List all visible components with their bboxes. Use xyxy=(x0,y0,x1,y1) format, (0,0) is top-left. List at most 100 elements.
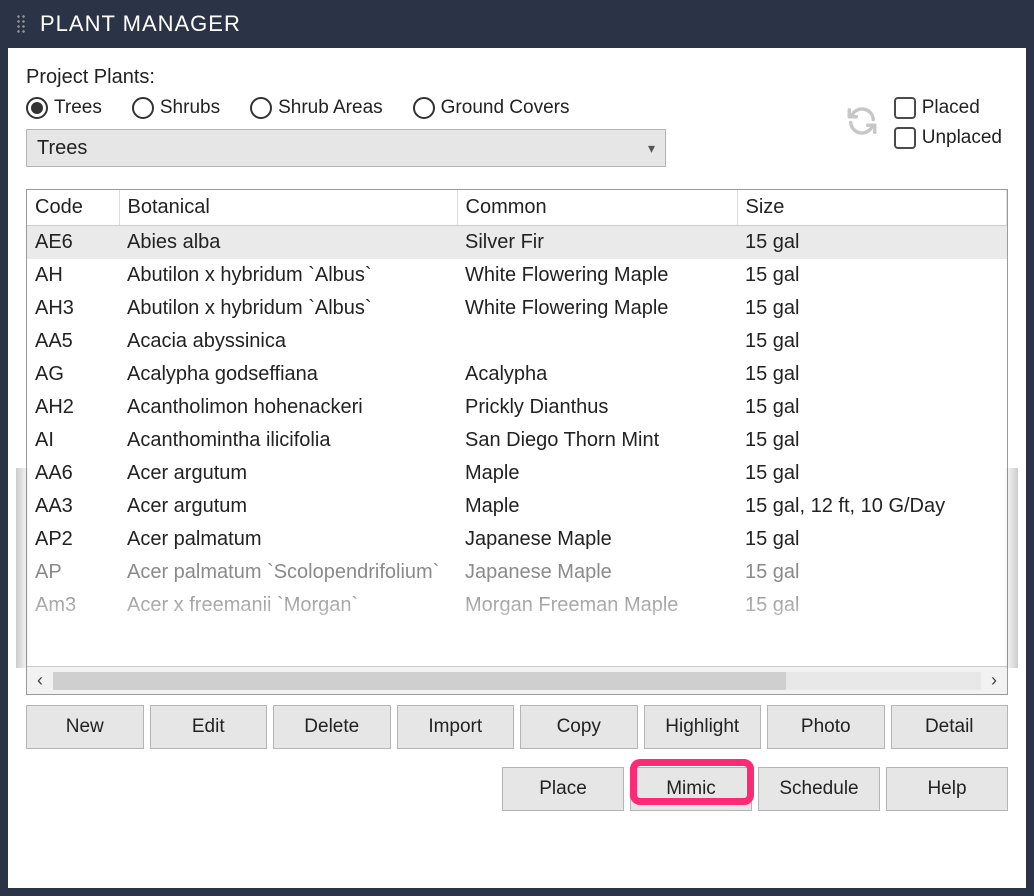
cell-code: AI xyxy=(27,424,119,457)
col-common[interactable]: Common xyxy=(457,190,737,226)
cell-common: Acalypha xyxy=(457,358,737,391)
table-row[interactable]: AGAcalypha godseffianaAcalypha15 gal xyxy=(27,358,1007,391)
table-row[interactable]: AA5Acacia abyssinica15 gal xyxy=(27,325,1007,358)
table-header-row: Code Botanical Common Size xyxy=(27,190,1007,226)
radio-icon xyxy=(250,97,272,119)
cell-bot: Acalypha godseffiana xyxy=(119,358,457,391)
col-size[interactable]: Size xyxy=(737,190,1007,226)
place-button[interactable]: Place xyxy=(502,767,624,811)
cell-code: AH xyxy=(27,259,119,292)
table-row[interactable]: AP2Acer palmatumJapanese Maple15 gal xyxy=(27,523,1007,556)
footer-button-row: Place Mimic Schedule Help xyxy=(26,767,1008,811)
titlebar[interactable]: PLANT MANAGER xyxy=(0,0,1034,48)
checkbox-unplaced[interactable]: Unplaced xyxy=(894,127,1002,149)
cell-common: White Flowering Maple xyxy=(457,292,737,325)
col-botanical[interactable]: Botanical xyxy=(119,190,457,226)
category-radios: Trees Shrubs Shrub Areas Ground Cov xyxy=(26,97,666,119)
cell-size: 15 gal xyxy=(737,391,1007,424)
cell-bot: Acacia abyssinica xyxy=(119,325,457,358)
cell-common: Prickly Dianthus xyxy=(457,391,737,424)
radio-label: Trees xyxy=(54,97,102,119)
checkbox-label: Placed xyxy=(922,97,980,119)
scroll-left-icon[interactable]: ‹ xyxy=(27,670,53,691)
detail-button[interactable]: Detail xyxy=(891,705,1009,749)
help-button[interactable]: Help xyxy=(886,767,1008,811)
cell-code: AA3 xyxy=(27,490,119,523)
action-button-row: New Edit Delete Import Copy Highlight Ph… xyxy=(26,705,1008,749)
plant-manager-window: PLANT MANAGER Project Plants: Trees Shru… xyxy=(0,0,1034,896)
cell-common: Maple xyxy=(457,490,737,523)
cell-common: Japanese Maple xyxy=(457,523,737,556)
radio-label: Shrub Areas xyxy=(278,97,383,119)
col-code[interactable]: Code xyxy=(27,190,119,226)
radio-trees[interactable]: Trees xyxy=(26,97,102,119)
plants-table: Code Botanical Common Size AE6Abies alba… xyxy=(26,189,1008,695)
window-title: PLANT MANAGER xyxy=(40,11,241,37)
cell-code: AH3 xyxy=(27,292,119,325)
cell-bot: Acer argutum xyxy=(119,457,457,490)
cell-bot: Abutilon x hybridum `Albus` xyxy=(119,292,457,325)
cell-size: 15 gal xyxy=(737,259,1007,292)
checkbox-icon xyxy=(894,97,916,119)
cell-common: Silver Fir xyxy=(457,226,737,259)
cell-bot: Acantholimon hohenackeri xyxy=(119,391,457,424)
cell-code: AG xyxy=(27,358,119,391)
cell-size: 15 gal xyxy=(737,226,1007,259)
cell-common: Maple xyxy=(457,457,737,490)
table-row[interactable]: APAcer palmatum `Scolopendrifolium`Japan… xyxy=(27,556,1007,589)
panel: Project Plants: Trees Shrubs xyxy=(0,48,1034,896)
table-row[interactable]: AHAbutilon x hybridum `Albus`White Flowe… xyxy=(27,259,1007,292)
checkbox-placed[interactable]: Placed xyxy=(894,97,1002,119)
schedule-button[interactable]: Schedule xyxy=(758,767,880,811)
radio-icon xyxy=(413,97,435,119)
cell-bot: Acer x freemanii `Morgan` xyxy=(119,589,457,622)
scroll-thumb[interactable] xyxy=(53,672,786,690)
cell-bot: Acanthomintha ilicifolia xyxy=(119,424,457,457)
cell-code: AE6 xyxy=(27,226,119,259)
radio-icon xyxy=(132,97,154,119)
cell-bot: Acer palmatum xyxy=(119,523,457,556)
cell-bot: Acer palmatum `Scolopendrifolium` xyxy=(119,556,457,589)
table-row[interactable]: AE6Abies albaSilver Fir15 gal xyxy=(27,226,1007,259)
delete-button[interactable]: Delete xyxy=(273,705,391,749)
table-row[interactable]: AA3Acer argutumMaple15 gal, 12 ft, 10 G/… xyxy=(27,490,1007,523)
horizontal-scrollbar[interactable]: ‹ › xyxy=(27,666,1007,694)
mimic-button[interactable]: Mimic xyxy=(630,767,752,811)
cell-common: Morgan Freeman Maple xyxy=(457,589,737,622)
cell-size: 15 gal xyxy=(737,358,1007,391)
cell-code: Am3 xyxy=(27,589,119,622)
edit-button[interactable]: Edit xyxy=(150,705,268,749)
cell-size: 15 gal xyxy=(737,424,1007,457)
refresh-icon[interactable] xyxy=(842,101,882,141)
cell-size: 15 gal xyxy=(737,457,1007,490)
radio-shrub-areas[interactable]: Shrub Areas xyxy=(250,97,383,119)
cell-code: AA5 xyxy=(27,325,119,358)
cell-code: AA6 xyxy=(27,457,119,490)
table-row[interactable]: Am3Acer x freemanii `Morgan`Morgan Freem… xyxy=(27,589,1007,622)
radio-ground-covers[interactable]: Ground Covers xyxy=(413,97,570,119)
import-button[interactable]: Import xyxy=(397,705,515,749)
table-row[interactable]: AH2Acantholimon hohenackeriPrickly Diant… xyxy=(27,391,1007,424)
new-button[interactable]: New xyxy=(26,705,144,749)
cell-common xyxy=(457,325,737,358)
radio-shrubs[interactable]: Shrubs xyxy=(132,97,220,119)
scroll-right-icon[interactable]: › xyxy=(981,670,1007,691)
radio-label: Shrubs xyxy=(160,97,220,119)
category-dropdown[interactable]: Trees ▾ xyxy=(26,129,666,167)
table-row[interactable]: AH3Abutilon x hybridum `Albus`White Flow… xyxy=(27,292,1007,325)
cell-common: Japanese Maple xyxy=(457,556,737,589)
cell-size: 15 gal, 12 ft, 10 G/Day xyxy=(737,490,1007,523)
cell-size: 15 gal xyxy=(737,589,1007,622)
photo-button[interactable]: Photo xyxy=(767,705,885,749)
chevron-down-icon: ▾ xyxy=(648,140,655,157)
cell-code: AP xyxy=(27,556,119,589)
dropdown-value: Trees xyxy=(37,137,87,160)
drag-handle-icon[interactable] xyxy=(16,14,26,34)
checkbox-icon xyxy=(894,127,916,149)
copy-button[interactable]: Copy xyxy=(520,705,638,749)
table-row[interactable]: AIAcanthomintha ilicifoliaSan Diego Thor… xyxy=(27,424,1007,457)
radio-label: Ground Covers xyxy=(441,97,570,119)
highlight-button[interactable]: Highlight xyxy=(644,705,762,749)
table-row[interactable]: AA6Acer argutumMaple15 gal xyxy=(27,457,1007,490)
scroll-track[interactable] xyxy=(53,672,981,690)
